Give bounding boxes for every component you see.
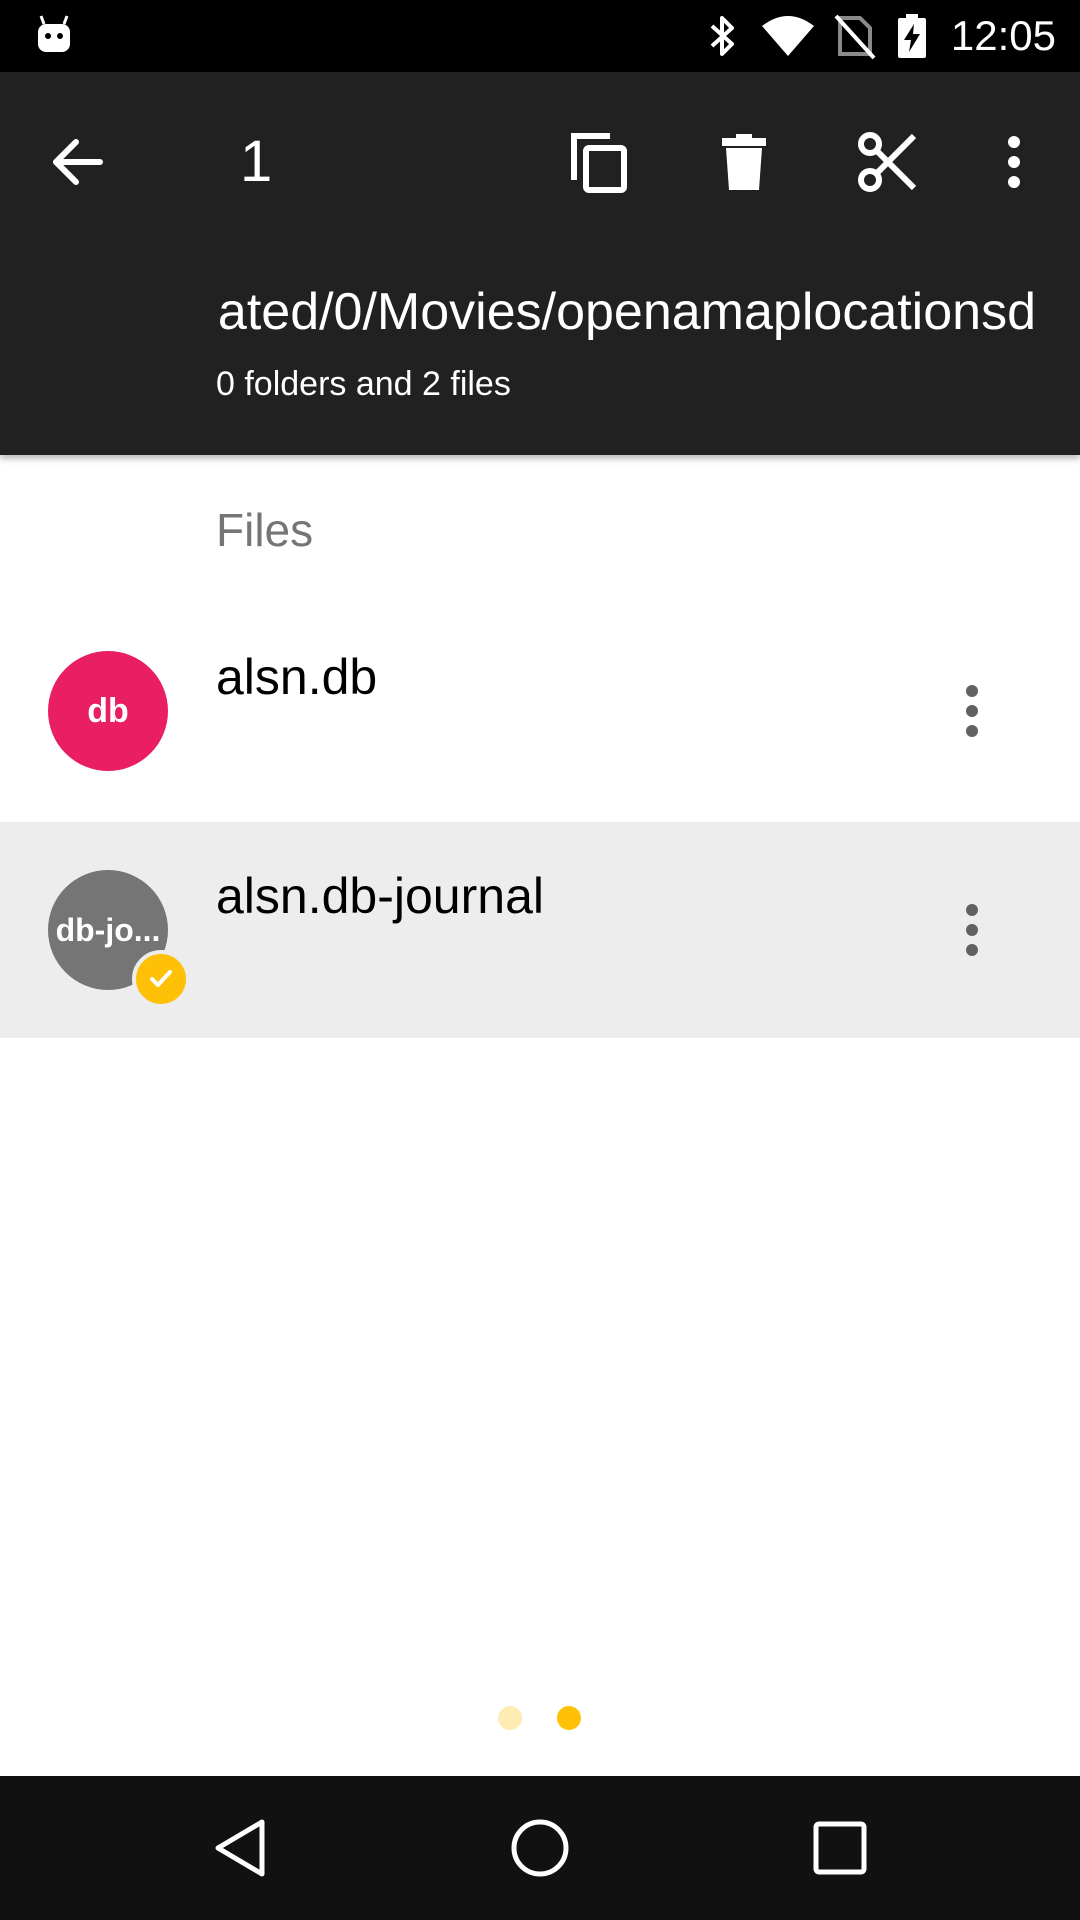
list-item[interactable]: db alsn.db xyxy=(0,603,1080,819)
bluetooth-icon xyxy=(710,16,734,56)
file-type-avatar[interactable]: db xyxy=(48,651,168,771)
item-more-button[interactable] xyxy=(924,882,1020,978)
path-breadcrumb[interactable]: /storage/emulated/0/Movies/openamaplocat… xyxy=(216,277,1036,347)
nav-back-icon xyxy=(215,1819,265,1877)
selected-check-badge xyxy=(132,950,190,1008)
overflow-menu-icon xyxy=(1008,136,1020,188)
android-icon xyxy=(38,15,70,52)
cut-button[interactable] xyxy=(840,114,936,210)
no-sim-icon xyxy=(834,14,876,60)
file-name: alsn.db xyxy=(216,649,378,705)
navigation-bar xyxy=(0,1776,1080,1920)
wifi-icon xyxy=(762,16,814,56)
item-more-button[interactable] xyxy=(924,663,1020,759)
list-item[interactable]: db-jo... alsn.db-journal xyxy=(0,822,1080,1038)
more-vert-icon xyxy=(966,685,978,737)
overflow-menu-button[interactable] xyxy=(966,114,1062,210)
selection-count: 1 xyxy=(240,129,273,194)
back-button[interactable] xyxy=(30,114,126,210)
more-vert-icon xyxy=(966,904,978,956)
battery-charging-icon xyxy=(898,14,926,58)
path-text: /storage/emulated/0/Movies/openamaplocat… xyxy=(216,283,1036,341)
avatar-label: db-jo... xyxy=(55,911,161,948)
page-dot-active[interactable] xyxy=(557,1706,581,1730)
back-arrow-icon xyxy=(53,139,103,185)
delete-icon xyxy=(722,134,766,190)
file-name: alsn.db-journal xyxy=(216,868,544,924)
status-bar: 12:05 xyxy=(0,0,1080,72)
cut-icon xyxy=(858,132,917,192)
delete-button[interactable] xyxy=(696,114,792,210)
section-header: Files xyxy=(216,504,314,556)
page-dot-inactive[interactable] xyxy=(498,1706,522,1730)
copy-icon xyxy=(571,133,627,193)
nav-recents-button[interactable] xyxy=(780,1800,900,1896)
avatar-label: db xyxy=(87,691,129,730)
copy-button[interactable] xyxy=(552,114,648,210)
check-icon xyxy=(150,970,172,987)
nav-home-button[interactable] xyxy=(480,1800,600,1896)
nav-home-icon xyxy=(511,1819,569,1877)
folder-summary: 0 folders and 2 files xyxy=(216,365,511,403)
nav-back-button[interactable] xyxy=(180,1800,300,1896)
nav-recents-icon xyxy=(813,1821,867,1875)
clock: 12:05 xyxy=(950,12,1056,59)
contextual-action-bar: 1 /storage/emulated/0/Movies/openamaploc… xyxy=(0,72,1080,455)
page-indicator xyxy=(0,1702,1080,1732)
